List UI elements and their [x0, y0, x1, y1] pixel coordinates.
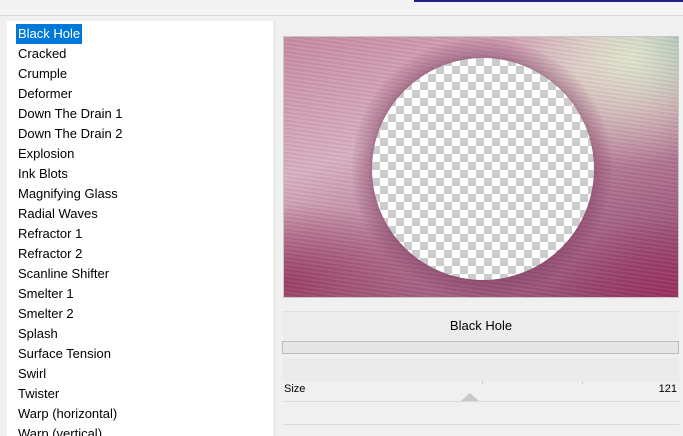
- panel-divider: [274, 21, 275, 436]
- slider-tick: [582, 381, 583, 384]
- size-slider-thumb[interactable]: [461, 393, 479, 401]
- filter-list-item[interactable]: Surface Tension: [7, 344, 273, 364]
- filter-list-item-label: Refractor 1: [18, 226, 83, 241]
- filter-list-item[interactable]: Deformer: [7, 84, 273, 104]
- filter-list-panel[interactable]: Black Hole Cracked Crumple Deformer Down The…: [7, 21, 273, 436]
- transparent-hole: [372, 58, 594, 280]
- filter-title: Black Hole: [283, 311, 679, 340]
- filter-list-item[interactable]: Cracked: [7, 44, 273, 64]
- filter-list-item-label: Smelter 1: [18, 286, 74, 301]
- size-label: Size: [284, 383, 306, 395]
- filter-list-item[interactable]: Twister: [7, 384, 273, 404]
- filter-list-item[interactable]: Swirl: [7, 364, 273, 384]
- filter-list-item[interactable]: Warp (horizontal): [7, 404, 273, 424]
- filter-list-item-label: Deformer: [18, 86, 73, 101]
- filter-list-item-label: Smelter 2: [18, 306, 74, 321]
- filter-list-item-label: Swirl: [18, 366, 47, 381]
- preview-image: [283, 36, 679, 298]
- filter-list-item[interactable]: Refractor 1: [7, 224, 273, 244]
- filter-list-item[interactable]: Refractor 2: [7, 244, 273, 264]
- filter-list-item[interactable]: Explosion: [7, 144, 273, 164]
- filter-list-item[interactable]: Smelter 1: [7, 284, 273, 304]
- parameter-divider: [283, 424, 679, 425]
- filter-list-item-label: Warp (vertical): [18, 426, 103, 436]
- filter-list-item-label: Radial Waves: [18, 206, 98, 221]
- filter-list-item[interactable]: Black Hole: [7, 24, 273, 44]
- filter-list-item-label: Refractor 2: [18, 246, 83, 261]
- filter-list-item-label: Splash: [18, 326, 58, 341]
- filter-list[interactable]: Black Hole Cracked Crumple Deformer Down The…: [7, 21, 273, 436]
- filter-list-item[interactable]: Warp (vertical): [7, 424, 273, 436]
- filter-list-item-label: Warp (horizontal): [18, 406, 118, 421]
- filter-list-item[interactable]: Smelter 2: [7, 304, 273, 324]
- size-slider-track[interactable]: [283, 401, 679, 402]
- filter-list-item-label: Twister: [18, 386, 60, 401]
- filter-list-item[interactable]: Scanline Shifter: [7, 264, 273, 284]
- progress-bar: [282, 341, 679, 354]
- filter-list-item-label: Explosion: [18, 146, 75, 161]
- filter-list-item-label: Cracked: [18, 46, 67, 61]
- title-bar-accent: [414, 0, 683, 2]
- filter-list-item[interactable]: Splash: [7, 324, 273, 344]
- filter-list-item[interactable]: Radial Waves: [7, 204, 273, 224]
- size-value: 121: [658, 383, 677, 395]
- filter-list-item-label: Crumple: [18, 66, 68, 81]
- filter-list-item-label: Ink Blots: [18, 166, 68, 181]
- slider-tick: [482, 381, 483, 384]
- filter-list-item-label: Down The Drain 1: [18, 106, 123, 121]
- filter-list-item-label: Down The Drain 2: [18, 126, 123, 141]
- filter-list-item-label: Scanline Shifter: [18, 266, 110, 281]
- filter-list-item[interactable]: Down The Drain 2: [7, 124, 273, 144]
- filter-list-item-label: Surface Tension: [18, 346, 111, 361]
- title-bar: [0, 0, 683, 16]
- filter-list-item-label: Magnifying Glass: [18, 186, 118, 201]
- filter-list-item[interactable]: Magnifying Glass: [7, 184, 273, 204]
- filter-list-item[interactable]: Ink Blots: [7, 164, 273, 184]
- size-parameter: Size 121: [283, 379, 679, 399]
- filter-list-item-label: Black Hole: [16, 24, 83, 44]
- filter-list-item[interactable]: Crumple: [7, 64, 273, 84]
- filter-list-item[interactable]: Down The Drain 1: [7, 104, 273, 124]
